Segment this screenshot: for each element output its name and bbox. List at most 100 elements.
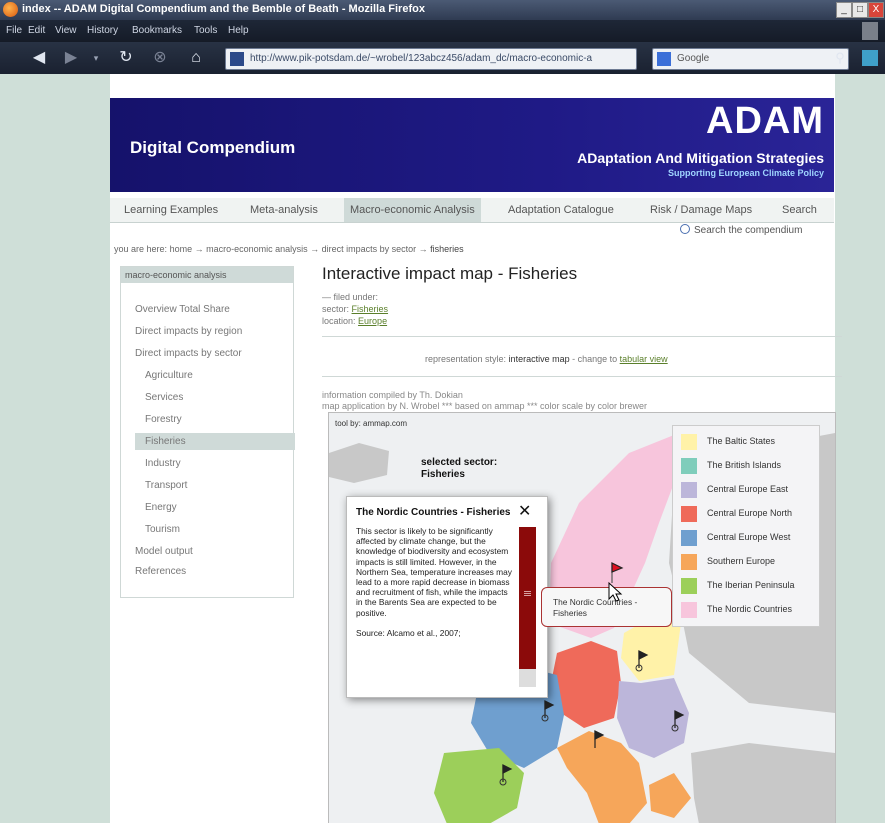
legend-swatch: [681, 602, 697, 618]
web-search-input[interactable]: Google: [652, 48, 849, 70]
menu-file[interactable]: File: [6, 25, 22, 36]
region-info-popup: The Nordic Countries - Fisheries ✕ This …: [346, 496, 548, 698]
search-magnifier-icon[interactable]: ⚲: [832, 49, 848, 67]
page-viewport: Digital Compendium ADAM ADaptation And M…: [0, 74, 885, 823]
legend-label: Central Europe West: [707, 532, 791, 542]
menu-bar: File Edit View History Bookmarks Tools H…: [0, 20, 885, 42]
selected-sector-value: Fisheries: [421, 469, 465, 480]
tab-search[interactable]: Search: [782, 198, 817, 222]
sidebar-item-fisheries[interactable]: Fisheries: [135, 433, 295, 450]
tooltip-line: Fisheries: [553, 607, 587, 618]
location-link[interactable]: Europe: [358, 316, 387, 326]
selected-sector-label: selected sector:: [421, 457, 498, 468]
representation-style: representation style: interactive map - …: [425, 354, 668, 364]
menu-view[interactable]: View: [55, 25, 77, 36]
info-map-application: map application by N. Wrobel *** based o…: [322, 401, 647, 411]
navigation-toolbar: ◀ ▶ ▾ ↻ ⊗ ⌂ http://www.pik-potsdam.de/~w…: [0, 42, 885, 74]
sidebar-item-references[interactable]: References: [135, 566, 186, 577]
close-icon[interactable]: ✕: [518, 501, 531, 521]
stop-icon[interactable]: ⊗: [150, 49, 170, 67]
sidebar-item-direct-impacts-by-region[interactable]: Direct impacts by region: [135, 326, 242, 337]
breadcrumb-current: fisheries: [430, 244, 464, 254]
reload-icon[interactable]: ↻: [116, 49, 136, 67]
sidebar-item-agriculture[interactable]: Agriculture: [145, 370, 193, 381]
eastern-region[interactable]: [691, 743, 835, 823]
sidebar-item-model-output[interactable]: Model output: [135, 546, 193, 557]
sidebar-item-forestry[interactable]: Forestry: [145, 414, 182, 425]
divider: [322, 336, 842, 337]
tab-macro-economic-analysis[interactable]: Macro-economic Analysis: [344, 198, 481, 222]
addon-icon[interactable]: [862, 50, 878, 66]
legend-label: The Nordic Countries: [707, 604, 793, 614]
popup-scrollbar[interactable]: [519, 527, 536, 687]
back-arrow-icon[interactable]: ◀: [28, 49, 50, 67]
web-page: Digital Compendium ADAM ADaptation And M…: [110, 74, 842, 823]
divider: [322, 376, 842, 377]
sector-line: sector: Fisheries: [322, 304, 388, 314]
banner-subtitle: ADaptation And Mitigation Strategies: [577, 150, 824, 166]
breadcrumb-prefix: you are here:: [114, 244, 168, 254]
url-text: http://www.pik-potsdam.de/~wrobel/123abc…: [250, 53, 593, 64]
legend-label: The British Islands: [707, 460, 782, 470]
scrollbar-thumb[interactable]: [519, 527, 536, 669]
tabular-view-link[interactable]: tabular view: [620, 354, 668, 364]
interactive-map[interactable]: tool by: ammap.com selected sector: Fish…: [328, 412, 836, 823]
minimize-button[interactable]: _: [836, 2, 852, 18]
tool-by-credit[interactable]: tool by: ammap.com: [335, 419, 407, 428]
sidebar-header: macro-economic analysis: [121, 267, 293, 283]
legend-label: The Iberian Peninsula: [707, 580, 795, 590]
sidebar-item-services[interactable]: Services: [145, 392, 183, 403]
legend-swatch: [681, 434, 697, 450]
sidebar-item-tourism[interactable]: Tourism: [145, 524, 180, 535]
sidebar-item-direct-impacts-by-sector[interactable]: Direct impacts by sector: [135, 348, 242, 359]
menu-bookmarks[interactable]: Bookmarks: [132, 25, 182, 36]
legend-label: The Baltic States: [707, 436, 776, 446]
menu-edit[interactable]: Edit: [28, 25, 45, 36]
breadcrumb-path[interactable]: home → macro-economic analysis → direct …: [170, 244, 428, 254]
history-dropdown-icon[interactable]: ▾: [90, 49, 102, 67]
legend-swatch: [681, 578, 697, 594]
sidebar-item-transport[interactable]: Transport: [145, 480, 187, 491]
selected-sector: selected sector: Fisheries: [421, 457, 497, 481]
legend-swatch: [681, 482, 697, 498]
grip-icon: [524, 591, 531, 592]
popup-title: The Nordic Countries - Fisheries: [356, 507, 511, 518]
rep-current: interactive map: [508, 354, 570, 364]
legend-swatch: [681, 554, 697, 570]
menu-history[interactable]: History: [87, 25, 118, 36]
search-compendium-link[interactable]: Search the compendium: [680, 224, 802, 236]
sidebar-item-industry[interactable]: Industry: [145, 458, 181, 469]
digital-compendium-title: Digital Compendium: [130, 138, 296, 157]
popup-source: Source: Alcamo et al., 2007;: [356, 627, 461, 638]
tab-adaptation-catalogue[interactable]: Adaptation Catalogue: [508, 198, 614, 222]
magnifier-icon: [680, 224, 690, 234]
legend-label: Central Europe North: [707, 508, 793, 518]
rep-change: - change to: [572, 354, 618, 364]
tab-learning-examples[interactable]: Learning Examples: [124, 198, 218, 222]
home-icon[interactable]: ⌂: [186, 49, 206, 67]
tab-meta-analysis[interactable]: Meta-analysis: [250, 198, 318, 222]
rep-prefix: representation style:: [425, 354, 507, 364]
tab-risk-damage-maps[interactable]: Risk / Damage Maps: [650, 198, 752, 222]
sidebar-item-overview-total-share[interactable]: Overview Total Share: [135, 304, 230, 315]
firefox-logo-icon: [3, 2, 18, 17]
menu-tools[interactable]: Tools: [194, 25, 217, 36]
google-engine-icon: [657, 52, 671, 66]
filed-under-label: — filed under:: [322, 292, 379, 302]
main-navigation-tabs: Learning Examples Meta-analysis Macro-ec…: [110, 198, 834, 223]
location-line: location: Europe: [322, 316, 387, 326]
sidebar-item-energy[interactable]: Energy: [145, 502, 177, 513]
search-placeholder: Google: [677, 53, 710, 64]
sector-label: sector:: [322, 304, 350, 314]
close-button[interactable]: X: [868, 2, 884, 18]
sector-link[interactable]: Fisheries: [352, 304, 389, 314]
banner-tagline: Supporting European Climate Policy: [667, 168, 824, 178]
menu-help[interactable]: Help: [228, 25, 249, 36]
url-bar[interactable]: http://www.pik-potsdam.de/~wrobel/123abc…: [225, 48, 637, 70]
adam-logo[interactable]: ADAM: [706, 100, 824, 143]
throbber-icon: [862, 22, 878, 40]
maximize-button[interactable]: □: [852, 2, 868, 18]
legend-label: Southern Europe: [707, 556, 776, 566]
browser-window: index -- ADAM Digital Compendium and the…: [0, 0, 885, 823]
forward-arrow-icon[interactable]: ▶: [60, 49, 82, 67]
